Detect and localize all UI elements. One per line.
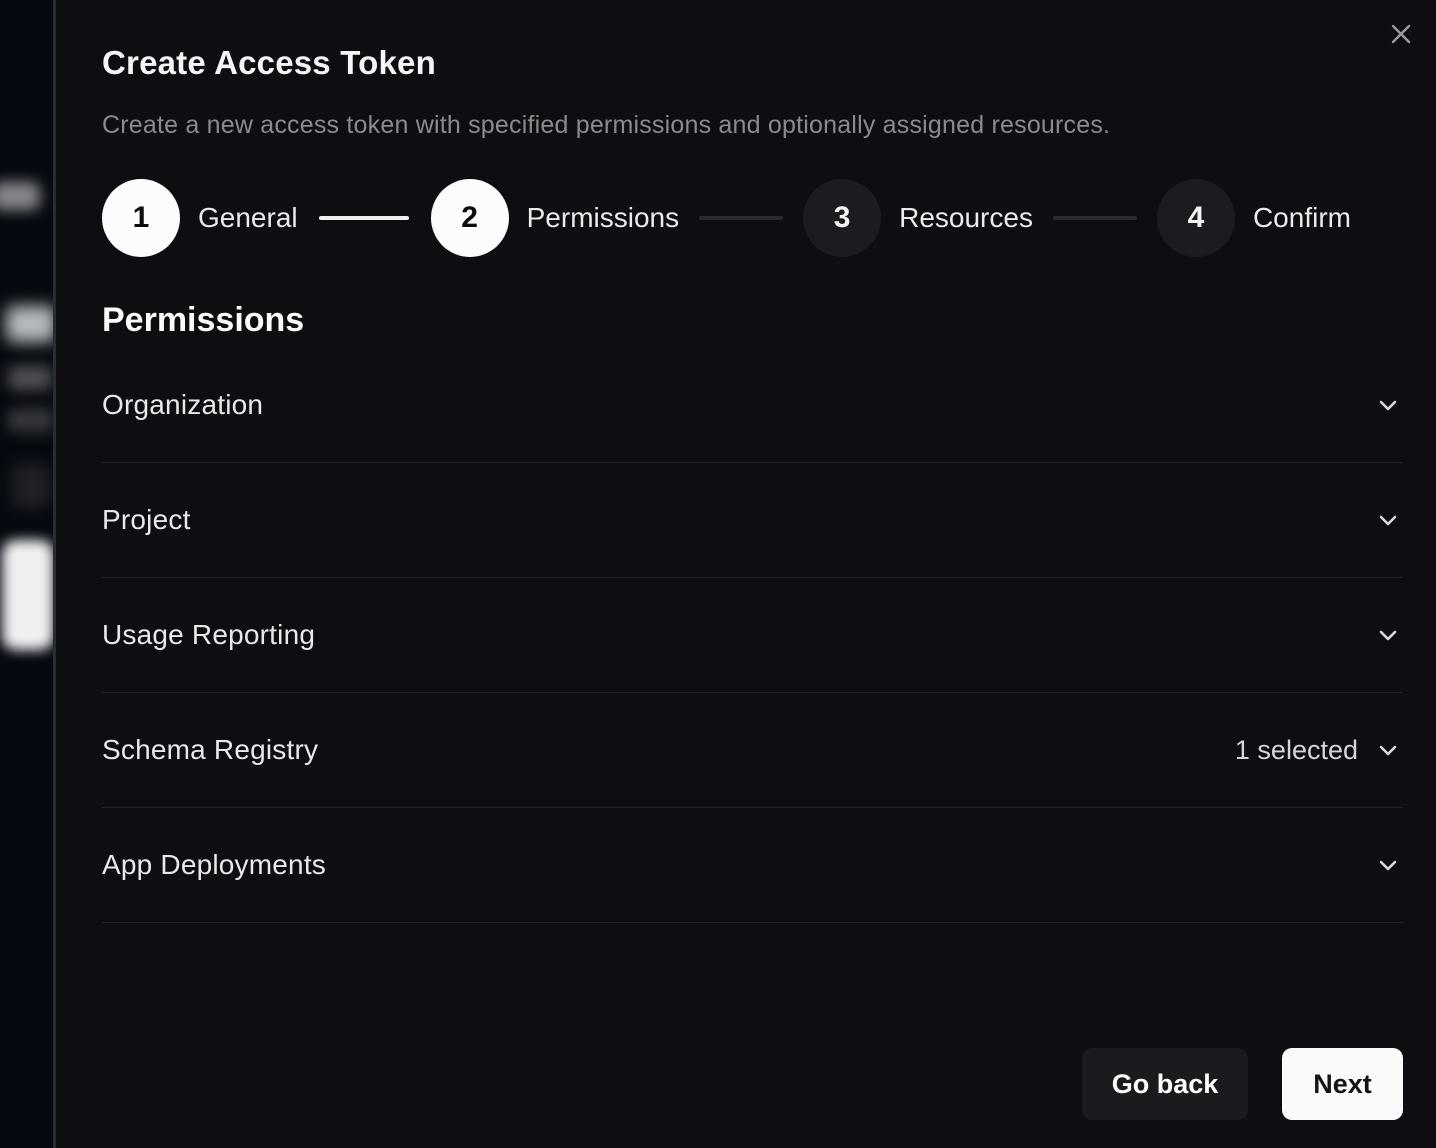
permission-group-label: Usage Reporting (102, 619, 315, 651)
background-blur-item (0, 182, 40, 210)
permission-group-label: Project (102, 504, 191, 536)
close-icon (1387, 20, 1415, 51)
step-connector (319, 216, 409, 220)
modal-title: Create Access Token (102, 44, 1403, 82)
step-label: General (198, 202, 298, 234)
next-button[interactable]: Next (1282, 1048, 1403, 1120)
chevron-down-icon (1373, 735, 1403, 765)
step-label: Resources (899, 202, 1033, 234)
close-button[interactable] (1384, 18, 1418, 52)
step-label: Confirm (1253, 202, 1351, 234)
step-number-badge: 4 (1157, 179, 1235, 257)
permission-group-organization[interactable]: Organization (102, 348, 1403, 463)
step-confirm: 4 Confirm (1157, 179, 1351, 257)
chevron-down-icon (1373, 390, 1403, 420)
step-label: Permissions (527, 202, 679, 234)
permission-group-usage-reporting[interactable]: Usage Reporting (102, 578, 1403, 693)
step-number-badge: 1 (102, 179, 180, 257)
permission-group-label: App Deployments (102, 849, 326, 881)
background-blur-item (6, 306, 53, 342)
wizard-stepper: 1 General 2 Permissions 3 Resources 4 Co… (102, 179, 1403, 257)
chevron-down-icon (1373, 620, 1403, 650)
permissions-heading: Permissions (102, 301, 1403, 340)
background-blur-item (12, 464, 50, 508)
step-general: 1 General (102, 179, 298, 257)
step-permissions: 2 Permissions (431, 179, 679, 257)
background-blur-item (8, 408, 53, 432)
permission-group-schema-registry[interactable]: Schema Registry 1 selected (102, 693, 1403, 808)
background-blur-item (8, 366, 52, 390)
modal-footer: Go back Next (1082, 1048, 1403, 1120)
permission-group-project[interactable]: Project (102, 463, 1403, 578)
permission-group-label: Organization (102, 389, 263, 421)
chevron-down-icon (1373, 850, 1403, 880)
permission-group-app-deployments[interactable]: App Deployments (102, 808, 1403, 923)
step-number-badge: 3 (803, 179, 881, 257)
modal-subtitle: Create a new access token with specified… (102, 111, 1403, 140)
go-back-button[interactable]: Go back (1082, 1048, 1248, 1120)
permission-group-label: Schema Registry (102, 734, 318, 766)
background-blur-item (2, 540, 53, 650)
step-connector (1053, 216, 1137, 220)
permission-groups-list: Organization Project Usage Reporting (102, 348, 1403, 923)
step-connector (699, 216, 783, 220)
create-access-token-modal: Create Access Token Create a new access … (53, 0, 1436, 1148)
step-number-badge: 2 (431, 179, 509, 257)
chevron-down-icon (1373, 505, 1403, 535)
background-page-strip (0, 0, 53, 1148)
step-resources: 3 Resources (803, 179, 1033, 257)
selected-count: 1 selected (1235, 735, 1358, 766)
